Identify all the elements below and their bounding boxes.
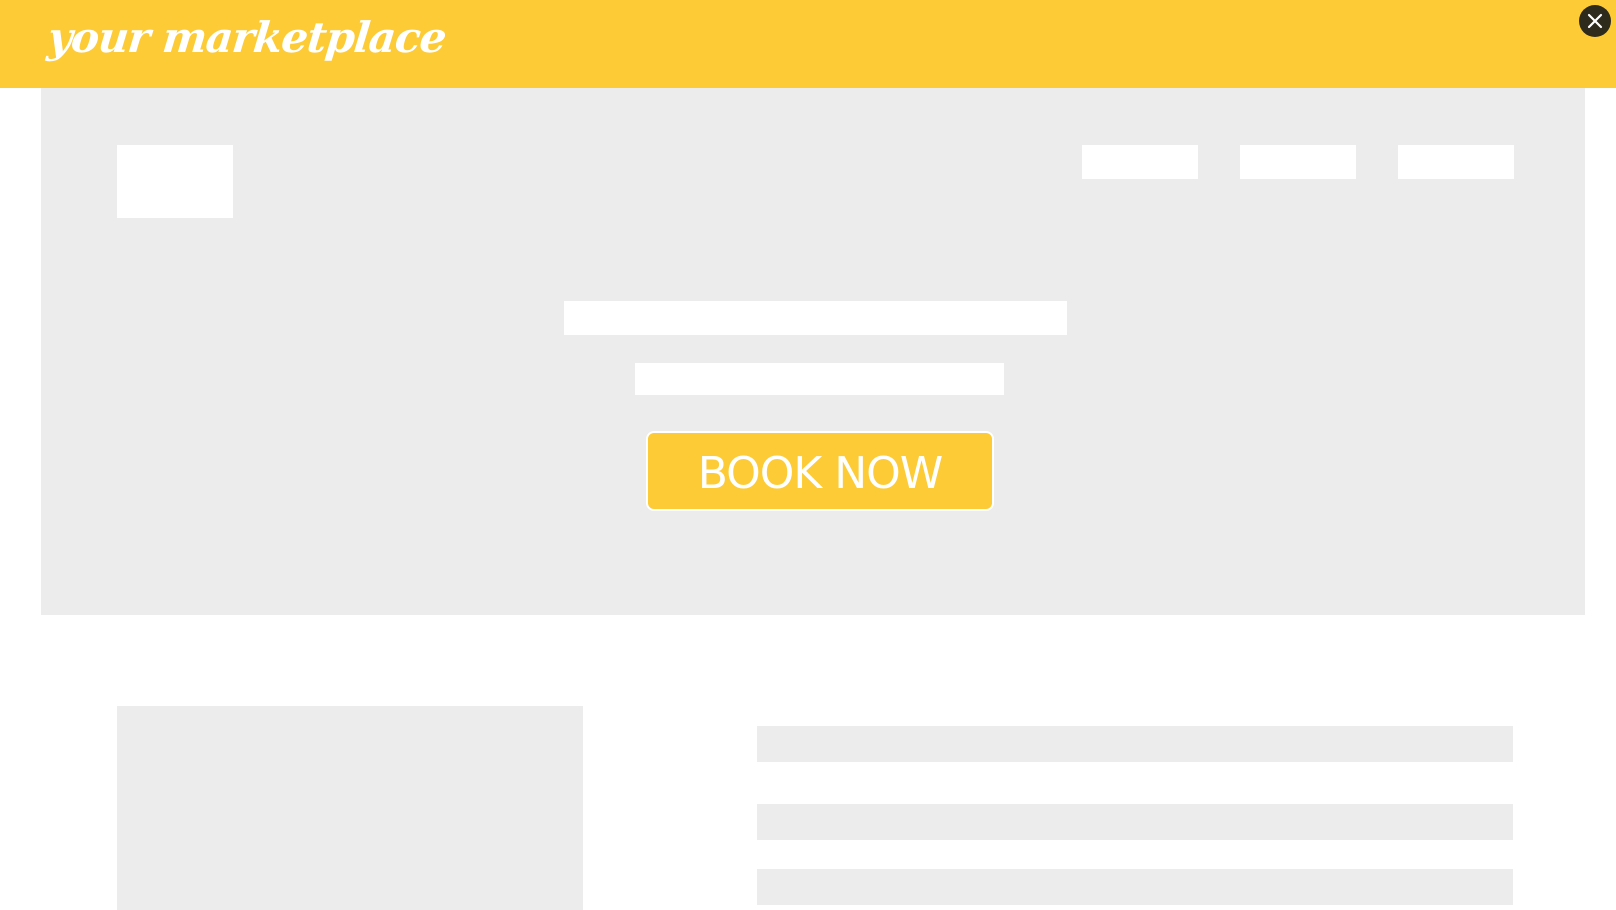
nav-placeholder (1398, 145, 1514, 179)
text-line-placeholder (757, 869, 1513, 905)
logo-placeholder (117, 145, 233, 218)
nav-placeholder (1240, 145, 1356, 179)
text-line-placeholder (757, 804, 1513, 840)
brand-bar: your marketplace (0, 0, 1616, 88)
text-line-placeholder (757, 726, 1513, 762)
headline-placeholder (564, 301, 1067, 335)
image-placeholder (117, 706, 583, 910)
book-now-button[interactable]: BOOK NOW (646, 431, 994, 511)
nav-placeholder (1082, 145, 1198, 179)
hero-mockup: BOOK NOW (41, 88, 1585, 615)
close-button[interactable] (1579, 5, 1611, 37)
close-icon (1587, 13, 1603, 29)
subheadline-placeholder (635, 363, 1004, 395)
page: your marketplace BOOK NOW (0, 0, 1616, 910)
brand-logo: your marketplace (45, 13, 449, 62)
